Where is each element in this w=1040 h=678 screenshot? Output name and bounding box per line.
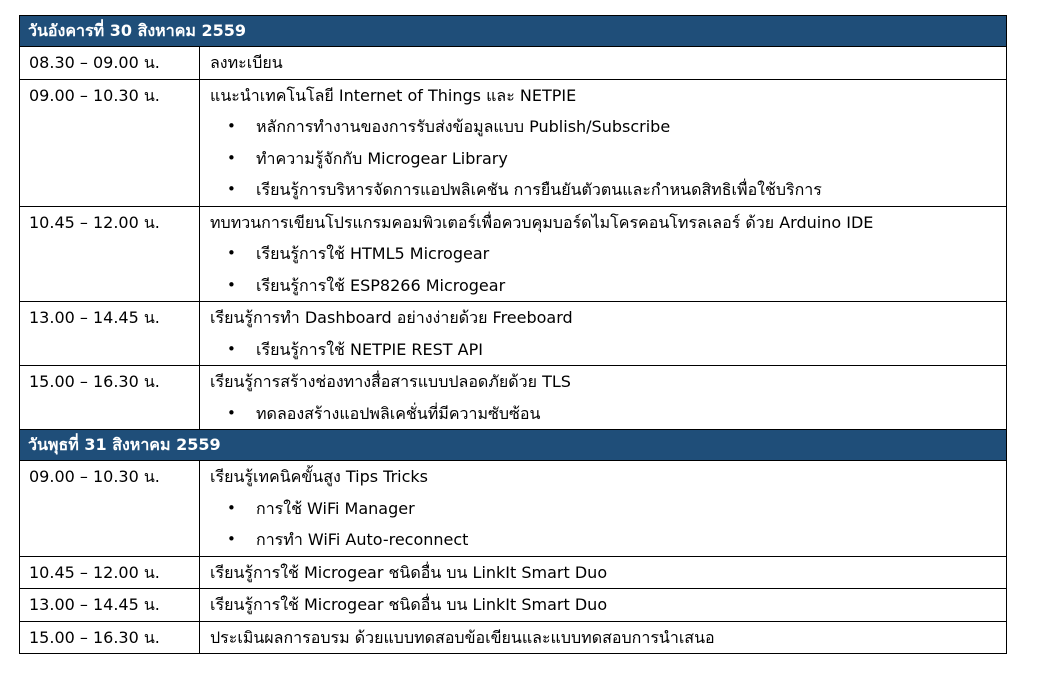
session-title: แนะนำเทคโนโลยี Internet of Things และ NE… (210, 85, 577, 105)
session-time: 15.00 – 16.30 น. (19, 365, 200, 430)
session-title: เรียนรู้การสร้างช่องทางสื่อสารแบบปลอดภัย… (210, 372, 571, 391)
session-row: 09.00 – 10.30 น. เรียนรู้เทคนิคขั้นสูง Ti… (19, 460, 1008, 557)
session-row: 09.00 – 10.30 น. แนะนำเทคโนโลยี Internet … (19, 78, 1008, 207)
session-row: 13.00 – 14.45 น. เรียนรู้การทำ Dashboard … (19, 301, 1008, 366)
session-bullet-item: • ทดลองสร้างแอปพลิเคชั่นที่มีความซับซ้อน (210, 398, 1006, 429)
session-bullet-list: • เรียนรู้การใช้ HTML5 Microgear • เรียนรู้… (210, 238, 1006, 301)
session-bullet-item: • เรียนรู้การบริหารจัดการแอปพลิเคชัน การย… (210, 174, 1006, 205)
session-row: 10.45 – 12.00 น. ทบทวนการเขียนโปรแกรมคอมพ… (19, 205, 1008, 302)
session-bullet-item: • การทำ WiFi Auto-reconnect (210, 524, 1006, 555)
session-row: 15.00 – 16.30 น. ประเมินผลการอบรม ด้วยแบบ… (19, 620, 1008, 654)
bullet-dot-icon: • (227, 244, 236, 262)
bullet-text: เรียนรู้การใช้ ESP8266 Microgear (256, 275, 506, 295)
session-bullet-item: • หลักการทำงานของการรับส่งข้อมูลแบบ Publi… (210, 111, 1006, 143)
session-time: 09.00 – 10.30 น. (19, 78, 200, 207)
session-time: 10.45 – 12.00 น. (19, 205, 200, 302)
session-activity: เรียนรู้การทำ Dashboard อย่างง่ายด้วย Fr… (198, 301, 1008, 366)
schedule-table: วันอังคารที่ 30 สิงหาคม 2559 08.30 – 09.0… (18, 15, 1008, 654)
day-header-row: วันพุธที่ 31 สิงหาคม 2559 (18, 429, 1008, 461)
session-time: 08.30 – 09.00 น. (19, 46, 200, 80)
bullet-dot-icon: • (227, 148, 236, 167)
session-time: 15.00 – 16.30 น. (19, 620, 200, 654)
schedule-body: วันอังคารที่ 30 สิงหาคม 2559 08.30 – 09.0… (18, 15, 1008, 654)
bullet-dot-icon: • (227, 117, 236, 135)
bullet-dot-icon: • (227, 530, 236, 548)
session-title: เรียนรู้การทำ Dashboard อย่างง่ายด้วย Fr… (210, 308, 573, 327)
bullet-text: การทำ WiFi Auto-reconnect (256, 530, 469, 549)
session-row: 15.00 – 16.30 น. เรียนรู้การสร้างช่องทางส… (19, 365, 1008, 430)
bullet-text: หลักการทำงานของการรับส่งข้อมูลแบบ Publis… (256, 117, 671, 136)
bullet-dot-icon: • (227, 498, 236, 517)
session-bullet-list: • เรียนรู้การใช้ NETPIE REST API (210, 334, 1006, 365)
session-activity: ประเมินผลการอบรม ด้วยแบบทดสอบข้อเขียนและ… (198, 620, 1008, 654)
bullet-text: การใช้ WiFi Manager (256, 498, 415, 518)
session-title: ทบทวนการเขียนโปรแกรมคอมพิวเตอร์เพื่อควบค… (210, 212, 874, 232)
bullet-text: เรียนรู้การใช้ NETPIE REST API (256, 339, 483, 359)
session-activity: แนะนำเทคโนโลยี Internet of Things และ NE… (198, 78, 1008, 207)
session-time: 13.00 – 14.45 น. (19, 588, 200, 622)
day-header-row: วันอังคารที่ 30 สิงหาคม 2559 (18, 15, 1008, 47)
session-activity: ทบทวนการเขียนโปรแกรมคอมพิวเตอร์เพื่อควบค… (198, 205, 1008, 302)
session-title: ลงทะเบียน (210, 53, 283, 72)
bullet-text: เรียนรู้การบริหารจัดการแอปพลิเคชัน การยื… (256, 180, 822, 199)
session-time: 13.00 – 14.45 น. (19, 301, 200, 366)
bullet-text: เรียนรู้การใช้ HTML5 Microgear (256, 244, 490, 263)
bullet-dot-icon: • (227, 339, 236, 358)
bullet-dot-icon: • (227, 275, 236, 294)
session-bullet-list: • การใช้ WiFi Manager • การทำ WiFi Auto-rec… (210, 493, 1006, 556)
session-row: 08.30 – 09.00 น. ลงทะเบียน (19, 46, 1008, 80)
session-activity: เรียนรู้การสร้างช่องทางสื่อสารแบบปลอดภัย… (198, 365, 1008, 430)
day-header: วันพุธที่ 31 สิงหาคม 2559 (18, 429, 1008, 461)
session-bullet-item: • การใช้ WiFi Manager (210, 493, 1006, 525)
bullet-text: ทำความรู้จักกับ Microgear Library (256, 148, 508, 168)
day-header: วันอังคารที่ 30 สิงหาคม 2559 (18, 15, 1008, 47)
session-bullet-item: • เรียนรู้การใช้ HTML5 Microgear (210, 238, 1006, 270)
session-row: 10.45 – 12.00 น. เรียนรู้การใช้ Microgear… (19, 555, 1008, 589)
bullet-text: ทดลองสร้างแอปพลิเคชั่นที่มีความซับซ้อน (256, 403, 541, 423)
session-time: 10.45 – 12.00 น. (19, 555, 200, 589)
bullet-dot-icon: • (227, 180, 236, 198)
session-bullet-list: • หลักการทำงานของการรับส่งข้อมูลแบบ Publi… (210, 111, 1006, 205)
session-title: เรียนรู้การใช้ Microgear ชนิดอื่น บน Lin… (210, 562, 608, 582)
session-title: ประเมินผลการอบรม ด้วยแบบทดสอบข้อเขียนและ… (210, 627, 715, 647)
session-bullet-item: • เรียนรู้การใช้ ESP8266 Microgear (210, 270, 1006, 301)
session-title: เรียนรู้การใช้ Microgear ชนิดอื่น บน Lin… (210, 595, 608, 614)
session-activity: เรียนรู้การใช้ Microgear ชนิดอื่น บน Lin… (198, 588, 1008, 622)
session-activity: เรียนรู้การใช้ Microgear ชนิดอื่น บน Lin… (198, 555, 1008, 589)
session-bullet-list: • ทดลองสร้างแอปพลิเคชั่นที่มีความซับซ้อน (210, 398, 1006, 429)
session-bullet-item: • เรียนรู้การใช้ NETPIE REST API (210, 334, 1006, 365)
session-bullet-item: • ทำความรู้จักกับ Microgear Library (210, 143, 1006, 175)
session-activity: เรียนรู้เทคนิคขั้นสูง Tips Tricks • การใช้… (198, 460, 1008, 557)
session-title: เรียนรู้เทคนิคขั้นสูง Tips Tricks (210, 467, 429, 486)
session-activity: ลงทะเบียน (198, 46, 1008, 80)
bullet-dot-icon: • (227, 403, 236, 422)
session-row: 13.00 – 14.45 น. เรียนรู้การใช้ Microgear… (19, 588, 1008, 622)
session-time: 09.00 – 10.30 น. (19, 460, 200, 557)
